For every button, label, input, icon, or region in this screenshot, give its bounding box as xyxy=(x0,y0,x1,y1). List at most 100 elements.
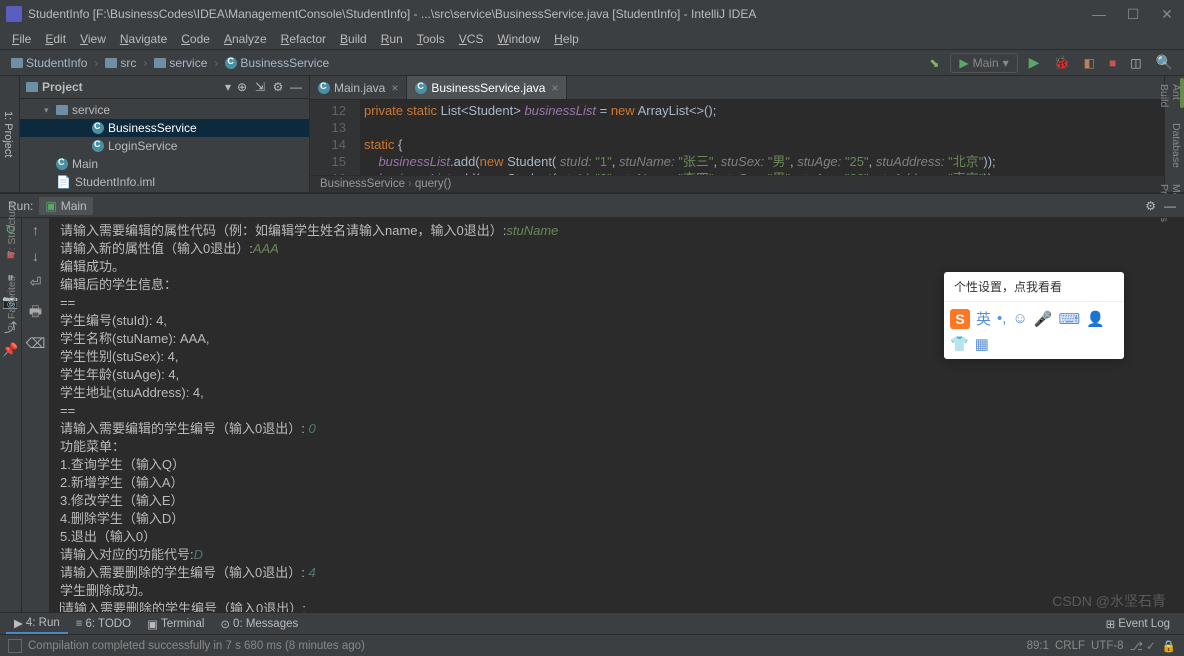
menu-navigate[interactable]: Navigate xyxy=(114,30,173,48)
scroll-down-button[interactable]: ↓ xyxy=(32,248,39,264)
tab-close-icon[interactable]: × xyxy=(391,81,398,95)
menu-edit[interactable]: Edit xyxy=(39,30,72,48)
crumb-item[interactable]: StudentInfo xyxy=(8,55,90,71)
lock-icon[interactable]: 🔒 xyxy=(1162,639,1176,653)
run-tool-window: Run: ▣ Main ⚙ — ↻ ■ ⏸ 📷 ⤴ 📌 ↑ ↓ ⏎ 🖶 ⌫ 请输… xyxy=(0,192,1184,612)
line-gutter: 1213141516 xyxy=(310,100,360,175)
crumb-item[interactable]: BusinessService xyxy=(222,55,332,71)
run-tab-label: Main xyxy=(61,199,87,213)
project-panel: Project ▾ ⊕ ⇲ ⚙ — ▾serviceBusinessServic… xyxy=(20,76,310,192)
menu-view[interactable]: View xyxy=(74,30,112,48)
file-encoding[interactable]: UTF-8 xyxy=(1091,640,1124,652)
tree-item[interactable]: BusinessService xyxy=(20,119,309,137)
maximize-button[interactable]: ☐ xyxy=(1126,7,1140,21)
clear-button[interactable]: ⌫ xyxy=(26,335,46,352)
project-header: Project ▾ ⊕ ⇲ ⚙ — xyxy=(20,76,309,99)
close-button[interactable]: ✕ xyxy=(1160,7,1174,21)
structure-tab[interactable]: 7: Structure xyxy=(0,192,20,266)
ime-popup[interactable]: 个性设置，点我看看 S 英 •, ☺ 🎤 ⌨ 👤 👕 ▦ xyxy=(944,272,1124,359)
print-button[interactable]: 🖶 xyxy=(29,301,42,325)
run-button[interactable]: ▶ xyxy=(1026,52,1043,73)
ime-emoji-icon[interactable]: ☺ xyxy=(1012,310,1027,327)
menu-analyze[interactable]: Analyze xyxy=(218,30,273,48)
crumb-item[interactable]: src xyxy=(102,55,139,71)
bottom-tab[interactable]: ≡6: TODO xyxy=(68,616,139,632)
left-tool-strip: 7: Structure 2: Favorites xyxy=(0,192,20,341)
editor-tab[interactable]: Main.java× xyxy=(310,76,407,99)
menu-code[interactable]: Code xyxy=(175,30,216,48)
line-ending[interactable]: CRLF xyxy=(1055,640,1085,652)
hide-icon[interactable]: — xyxy=(289,80,303,94)
menu-run[interactable]: Run xyxy=(375,30,409,48)
stop-button[interactable]: ■ xyxy=(1106,54,1119,72)
debug-button[interactable]: 🐞 xyxy=(1050,53,1072,73)
crumb-item[interactable]: service xyxy=(151,55,210,71)
bottom-tab[interactable]: ▣Terminal xyxy=(139,615,212,633)
window-title: StudentInfo [F:\BusinessCodes\IDEA\Manag… xyxy=(28,7,1092,21)
menu-build[interactable]: Build xyxy=(334,30,373,48)
tree-item[interactable]: 📄StudentInfo.iml xyxy=(20,173,309,191)
ime-keyboard-icon[interactable]: ⌨ xyxy=(1058,310,1080,328)
code-editor[interactable]: private static List<Student> businessLis… xyxy=(360,100,1164,175)
pin-button[interactable]: 📌 xyxy=(3,342,19,358)
coverage-button[interactable]: ◧ xyxy=(1081,54,1098,72)
ime-skin-icon[interactable]: 👕 xyxy=(950,335,969,353)
scroll-from-source-icon[interactable]: ⊕ xyxy=(235,80,249,94)
project-tool-window-tab[interactable]: 1: Project xyxy=(0,76,20,192)
ime-header: 个性设置，点我看看 xyxy=(944,272,1124,302)
status-bar: Compilation completed successfully in 7 … xyxy=(0,634,1184,656)
caret-position[interactable]: 89:1 xyxy=(1027,640,1049,652)
event-log-button[interactable]: ⊞Event Log xyxy=(1098,615,1178,633)
project-header-label: Project xyxy=(42,80,221,94)
app-logo-icon xyxy=(6,6,22,22)
soft-wrap-button[interactable]: ⏎ xyxy=(30,274,42,291)
ime-lang-icon[interactable]: 英 xyxy=(976,308,991,329)
run-config-label: Main xyxy=(973,56,999,70)
collapse-all-icon[interactable]: ⇲ xyxy=(253,80,267,94)
run-side-toolbar-2: ↑ ↓ ⏎ 🖶 ⌫ xyxy=(22,218,50,612)
gear-icon[interactable]: ⚙ xyxy=(271,80,285,94)
scroll-up-button[interactable]: ↑ xyxy=(32,222,39,238)
run-config-selector[interactable]: ▶ Main ▾ xyxy=(950,53,1017,73)
tab-close-icon[interactable]: × xyxy=(551,81,558,95)
layout-button[interactable]: ◫ xyxy=(1127,54,1144,72)
tree-item[interactable]: ▾service xyxy=(20,101,309,119)
menu-vcs[interactable]: VCS xyxy=(453,30,490,48)
tree-item[interactable]: Main xyxy=(20,155,309,173)
bottom-tab[interactable]: ⊙0: Messages xyxy=(212,615,306,633)
status-message: Compilation completed successfully in 7 … xyxy=(28,640,1021,652)
menu-file[interactable]: File xyxy=(6,30,37,48)
search-icon[interactable]: 🔍 xyxy=(1153,52,1176,73)
breadcrumb: StudentInfo›src›service›BusinessService xyxy=(8,55,332,71)
menu-help[interactable]: Help xyxy=(548,30,585,48)
menu-refactor[interactable]: Refactor xyxy=(275,30,332,48)
ime-toolbar: S 英 •, ☺ 🎤 ⌨ 👤 👕 ▦ xyxy=(944,302,1124,359)
nav-bar: StudentInfo›src›service›BusinessService … xyxy=(0,50,1184,76)
git-branch[interactable]: ⎇ ✓ xyxy=(1130,639,1156,653)
tree-item[interactable]: LoginService xyxy=(20,137,309,155)
project-tree[interactable]: ▾serviceBusinessServiceLoginServiceMain📄… xyxy=(20,99,309,192)
editor-tab[interactable]: BusinessService.java× xyxy=(407,76,567,99)
status-icon[interactable] xyxy=(8,639,22,653)
project-icon xyxy=(26,82,38,92)
ime-punct-icon[interactable]: •, xyxy=(997,310,1006,327)
build-button[interactable]: ⬊ xyxy=(926,54,942,72)
editor-tabs: Main.java×BusinessService.java× xyxy=(310,76,1164,100)
run-hide-icon[interactable]: — xyxy=(1164,199,1176,213)
ime-toolbox-icon[interactable]: ▦ xyxy=(975,335,989,353)
menu-window[interactable]: Window xyxy=(491,30,546,48)
minimize-button[interactable]: — xyxy=(1092,7,1106,21)
sogou-logo-icon[interactable]: S xyxy=(950,309,970,329)
ime-voice-icon[interactable]: 🎤 xyxy=(1034,310,1053,328)
favorites-tab[interactable]: 2: Favorites xyxy=(0,266,20,341)
title-bar: StudentInfo [F:\BusinessCodes\IDEA\Manag… xyxy=(0,0,1184,28)
chevron-down-icon: ▾ xyxy=(1003,56,1009,70)
editor-breadcrumb[interactable]: BusinessService›query() xyxy=(310,175,1164,192)
database-tab[interactable]: Database xyxy=(1165,115,1184,176)
watermark: CSDN @水坚石青 xyxy=(1052,591,1166,611)
run-settings-icon[interactable]: ⚙ xyxy=(1145,199,1156,213)
menu-bar: FileEditViewNavigateCodeAnalyzeRefactorB… xyxy=(0,28,1184,50)
ime-user-icon[interactable]: 👤 xyxy=(1086,310,1105,328)
menu-tools[interactable]: Tools xyxy=(411,30,451,48)
run-tab-main[interactable]: ▣ Main xyxy=(39,197,92,215)
